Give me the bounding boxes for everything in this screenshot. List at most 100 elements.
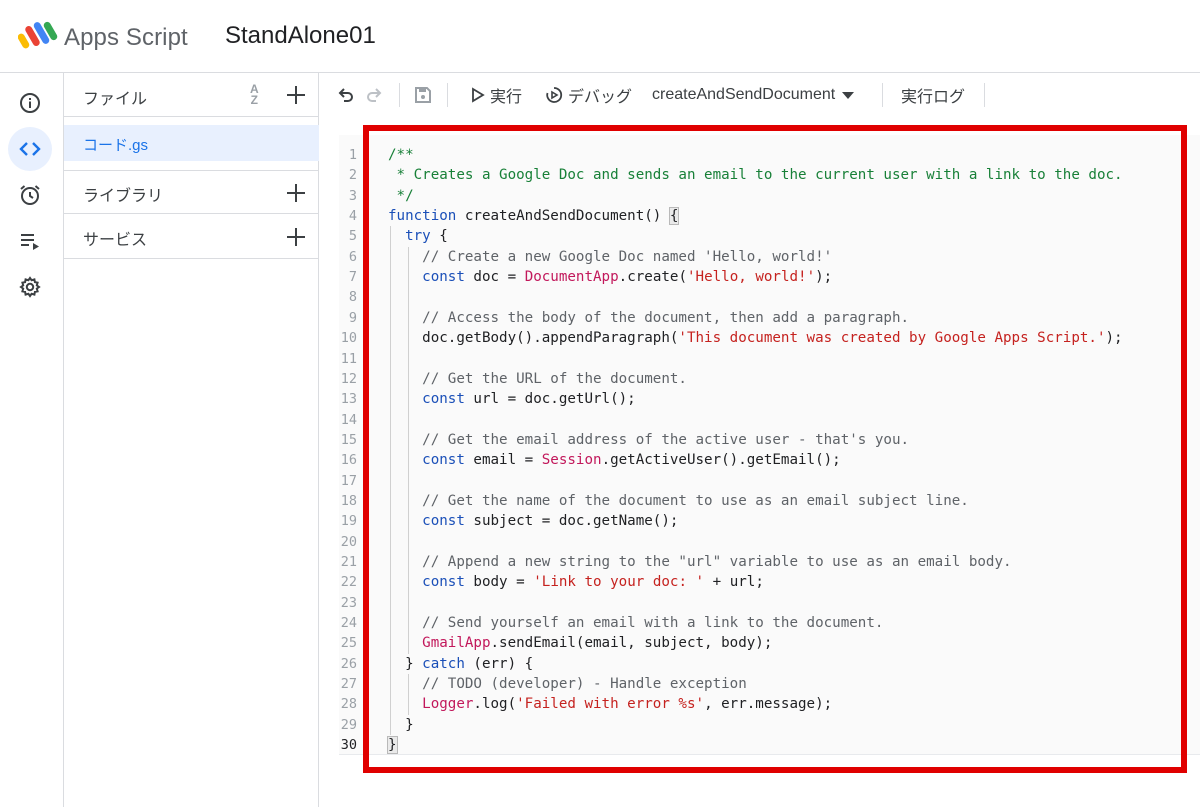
code-line[interactable]: 19 const subject = doc.getName(); [339,511,1200,531]
line-number: 10 [340,330,357,347]
line-number: 6 [348,248,357,265]
info-icon [20,93,40,113]
left-nav-rail [0,73,64,807]
code-line[interactable]: 30} [339,735,1200,755]
editor-toolbar: 実行 デバッグ createAndSendDocument 実行ログ [319,73,1200,117]
code-line[interactable]: 14 [339,410,1200,430]
code-text: try { [405,228,448,245]
line-number: 5 [348,228,357,245]
code-text: // Get the name of the document to use a… [422,492,969,509]
line-number: 3 [348,187,357,204]
editor-button[interactable] [8,127,52,171]
libraries-section[interactable]: ライブラリ [64,170,319,214]
code-text: // Append a new string to the "url" vari… [422,554,1012,570]
undo-button[interactable] [335,73,355,117]
code-line[interactable]: 5 try { [339,226,1200,246]
line-number: 9 [348,309,357,326]
indent-guide [390,226,391,736]
add-service-button[interactable] [286,227,306,247]
code-line[interactable]: 15 // Get the email address of the activ… [339,430,1200,450]
line-number: 11 [340,350,357,367]
files-header: ファイル AZ [64,73,319,117]
code-line[interactable]: 28 Logger.log('Failed with error %s', er… [339,694,1200,714]
code-line[interactable]: 13 const url = doc.getUrl(); [339,389,1200,409]
code-line[interactable]: 29 } [339,715,1200,735]
apps-script-logo[interactable] [18,19,58,51]
code-line[interactable]: 12 // Get the URL of the document. [339,369,1200,389]
function-selector[interactable]: createAndSendDocument [652,73,855,117]
line-number: 14 [340,411,357,428]
toolbar-divider [399,83,400,107]
code-line[interactable]: 20 [339,532,1200,552]
code-line[interactable]: 25 GmailApp.sendEmail(email, subject, bo… [339,633,1200,653]
redo-button[interactable] [365,73,385,117]
overview-button[interactable] [8,81,52,125]
code-line[interactable]: 24 // Send yourself an email with a link… [339,613,1200,633]
code-line[interactable]: 17 [339,471,1200,491]
services-section[interactable]: サービス [64,215,319,259]
code-line[interactable]: 7 const doc = DocumentApp.create('Hello,… [339,267,1200,287]
toolbar-divider [447,83,448,107]
code-line[interactable]: 1 /** [339,145,1200,165]
code-line[interactable]: 22 const body = 'Link to your doc: ' + u… [339,572,1200,592]
code-text: // Get the email address of the active u… [422,431,910,448]
save-icon [415,87,431,103]
libraries-label: ライブラリ [83,188,164,205]
sort-az-icon[interactable]: AZ [250,83,259,106]
debug-icon [546,87,563,103]
code-area[interactable]: 1 /** 2 * Creates a Google Doc and sends a… [339,135,1200,755]
file-item-code-gs[interactable]: コード.gs [64,125,319,161]
redo-icon [367,88,382,102]
code-line[interactable]: 3 */ [339,186,1200,206]
project-title[interactable]: StandAlone01 [225,22,376,50]
code-text: // Send yourself an email with a link to… [422,615,884,632]
save-button[interactable] [413,73,433,117]
line-number: 28 [340,696,357,713]
code-text: } catch (err) { [388,655,534,672]
code-line[interactable]: 8 [339,287,1200,307]
code-line[interactable]: 26 } catch (err) { [339,654,1200,674]
alarm-clock-icon [20,185,40,205]
code-text: const body = 'Link to your doc: ' + url; [422,574,764,591]
add-file-button[interactable] [286,85,306,105]
code-line[interactable]: 18 // Get the name of the document to us… [339,491,1200,511]
code-text: Logger.log('Failed with error %s', err.m… [422,696,833,713]
app-name: Apps Script [64,24,188,51]
code-line[interactable]: 11 [339,349,1200,369]
line-number: 29 [340,716,357,733]
debug-button[interactable]: デバッグ [545,73,632,117]
function-name: createAndSendDocument [652,86,836,103]
code-line[interactable]: 27 // TODO (developer) - Handle exceptio… [339,674,1200,694]
line-number: 8 [348,289,357,306]
code-editor[interactable]: 1 /** 2 * Creates a Google Doc and sends a… [319,117,1200,807]
line-number: 7 [348,269,357,286]
code-line[interactable]: 9 // Access the body of the document, th… [339,308,1200,328]
triggers-button[interactable] [8,173,52,217]
execution-log-button[interactable]: 実行ログ [901,73,965,117]
line-number: 23 [340,594,357,611]
code-line[interactable]: 6 // Create a new Google Doc named 'Hell… [339,247,1200,267]
undo-icon [338,88,353,102]
code-line[interactable]: 4 function createAndSendDocument() { [339,206,1200,226]
add-library-button[interactable] [286,183,306,203]
code-text: // Access the body of the document, then… [422,309,910,326]
code-text: * Creates a Google Doc and sends an emai… [388,167,1123,184]
code-text: // TODO (developer) - Handle exception [422,676,747,693]
code-text: const doc = DocumentApp.create('Hello, w… [422,269,833,286]
line-number: 18 [340,492,357,509]
execution-log-label: 実行ログ [901,89,966,106]
code-line[interactable]: 21 // Append a new string to the "url" v… [339,552,1200,572]
run-button[interactable]: 実行 [471,73,522,117]
run-label: 実行 [490,89,523,106]
executions-button[interactable] [8,219,52,263]
line-number: 21 [340,554,357,570]
code-line[interactable]: 23 [339,593,1200,613]
code-text: GmailApp.sendEmail(email, subject, body)… [422,635,773,652]
code-line[interactable]: 2 * Creates a Google Doc and sends an em… [339,165,1200,185]
code-line[interactable]: 10 doc.getBody().appendParagraph('This d… [339,328,1200,348]
line-number: 30 [340,737,357,754]
project-settings-button[interactable] [8,265,52,309]
code-line[interactable]: 16 const email = Session.getActiveUser()… [339,450,1200,470]
line-number: 24 [340,615,357,632]
code-text: */ [388,187,414,204]
